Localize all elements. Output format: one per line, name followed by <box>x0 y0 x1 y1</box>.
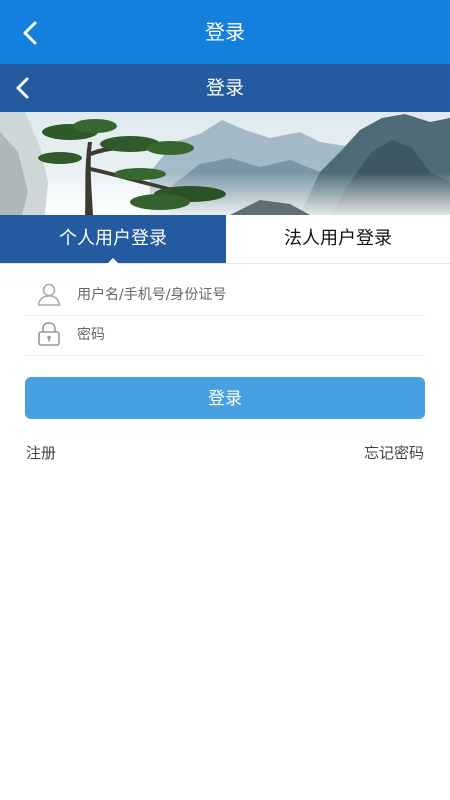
forgot-password-link[interactable]: 忘记密码 <box>364 442 424 463</box>
username-field <box>25 275 425 316</box>
tab-personal-login[interactable]: 个人用户登录 <box>0 215 226 264</box>
top-app-bar: 登录 <box>0 0 450 64</box>
page-title: 登录 <box>205 77 244 99</box>
user-icon <box>37 283 61 306</box>
active-tab-indicator <box>107 258 119 264</box>
login-button[interactable]: 登录 <box>25 377 425 419</box>
app-bar-title: 登录 <box>205 20 245 44</box>
page-header: 登录 <box>0 64 450 112</box>
password-field <box>25 315 425 356</box>
landscape-banner-image <box>0 112 450 215</box>
login-type-tabs: 个人用户登录 法人用户登录 <box>0 215 450 264</box>
tab-corporate-login[interactable]: 法人用户登录 <box>226 215 450 263</box>
username-input[interactable] <box>75 275 419 315</box>
password-input[interactable] <box>75 315 419 355</box>
lock-icon <box>38 322 60 346</box>
tab-corporate-label: 法人用户登录 <box>284 228 392 249</box>
tab-personal-label: 个人用户登录 <box>59 228 167 249</box>
register-link[interactable]: 注册 <box>26 442 56 463</box>
mountain-landscape-illustration <box>0 112 450 215</box>
